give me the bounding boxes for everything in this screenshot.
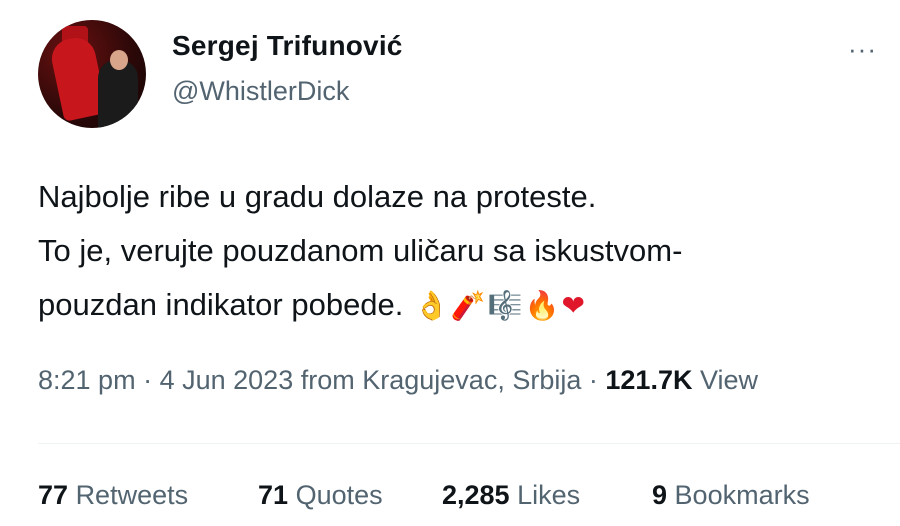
divider — [38, 443, 900, 444]
tweet-text-line: pouzdan indikator pobede. 👌🧨🎼🔥❤ — [38, 278, 878, 333]
author-name[interactable]: Sergej Trifunović — [172, 30, 403, 62]
tweet-date[interactable]: 4 Jun 2023 — [160, 365, 294, 395]
red-heart-icon: ❤ — [561, 289, 585, 322]
views-count[interactable]: 121.7K — [605, 365, 692, 395]
avatar[interactable] — [38, 20, 146, 128]
avatar-figure-dark — [98, 60, 138, 128]
tweet-text-line: Najbolje ribe u gradu dolaze na proteste… — [38, 179, 597, 214]
bookmarks-label: Bookmarks — [674, 480, 810, 510]
quotes-stat[interactable]: 71 Quotes — [258, 480, 383, 511]
musical-score-icon: 🎼 — [487, 289, 523, 322]
meta-separator: · — [143, 365, 153, 395]
views-label[interactable]: View — [700, 365, 758, 395]
retweets-label: Retweets — [75, 480, 189, 510]
bookmarks-stat[interactable]: 9 Bookmarks — [652, 480, 810, 511]
meta-separator: · — [588, 365, 598, 395]
tweet-time[interactable]: 8:21 pm — [38, 365, 136, 395]
tweet-text-line-content: pouzdan indikator pobede. — [38, 287, 404, 322]
firecracker-icon: 🧨 — [450, 289, 486, 322]
likes-label: Likes — [517, 480, 581, 510]
retweets-count: 77 — [38, 480, 69, 510]
tweet-location: from Kragujevac, Srbija — [300, 365, 582, 395]
likes-count: 2,285 — [442, 480, 510, 510]
bookmarks-count: 9 — [652, 480, 668, 510]
likes-stat[interactable]: 2,285 Likes — [442, 480, 580, 511]
author-handle[interactable]: @WhistlerDick — [172, 76, 349, 107]
more-options-icon[interactable]: ··· — [848, 36, 877, 62]
ok-hand-icon: 👌 — [414, 289, 449, 322]
fire-icon: 🔥 — [524, 289, 560, 322]
retweets-stat[interactable]: 77 Retweets — [38, 480, 188, 511]
quotes-label: Quotes — [295, 480, 383, 510]
avatar-face — [110, 50, 128, 70]
tweet-text: Najbolje ribe u gradu dolaze na proteste… — [38, 170, 878, 333]
tweet-meta: 8:21 pm · 4 Jun 2023 from Kragujevac, Sr… — [38, 365, 758, 396]
tweet-text-line: To je, verujte pouzdanom uličaru sa isku… — [38, 233, 683, 268]
quotes-count: 71 — [258, 480, 289, 510]
